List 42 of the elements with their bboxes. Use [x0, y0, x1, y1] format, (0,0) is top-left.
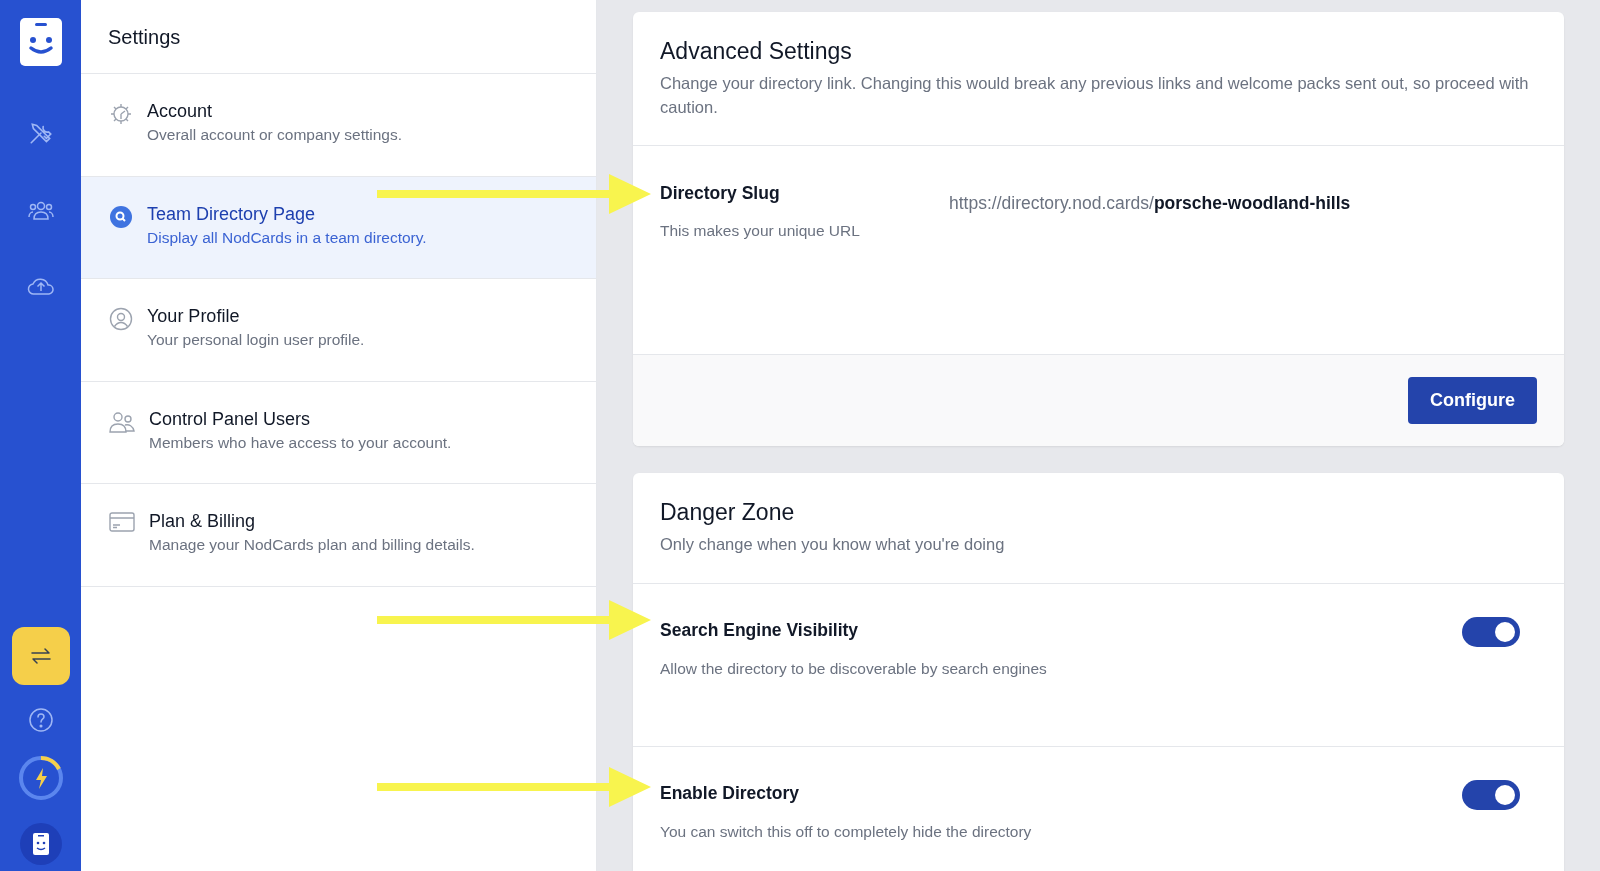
settings-nav-item[interactable]: Control Panel Users Members who have access to your account.: [81, 381, 596, 484]
setting-description: Allow the directory to be discoverable by search engines: [660, 659, 1047, 680]
setting-description: This makes your unique URL: [660, 220, 860, 241]
search-icon: [109, 204, 133, 229]
app-logo-icon[interactable]: [17, 16, 64, 68]
settings-nav-item[interactable]: Plan & Billing Manage your NodCards plan and billing details.: [81, 484, 596, 587]
gear-icon: [109, 102, 133, 126]
nav-item-description: Manage your NodCards plan and billing details.: [149, 535, 475, 556]
toggle-switch[interactable]: [1462, 616, 1520, 647]
setting-label: Enable Directory: [660, 781, 801, 805]
directory-url: https://directory.nod.cards/porsche-woodland-hills: [949, 192, 1352, 216]
settings-nav-item[interactable]: Team Directory Page Display all NodCards in a team directory.: [81, 176, 596, 279]
switch-button[interactable]: [11, 627, 70, 685]
help-icon[interactable]: [27, 707, 54, 733]
section-description: Change your directory link. Changing this would break any previous links and welcome packs sent out, so proceed with caution.: [660, 72, 1530, 118]
nav-item-description: Display all NodCards in a team directory.: [147, 227, 427, 248]
nav-item-label: Team Directory Page: [147, 202, 317, 226]
setting-description: You can switch this off to completely hide the directory: [660, 822, 1032, 843]
user-circle-icon: [109, 307, 133, 331]
nav-item-label: Plan & Billing: [149, 510, 257, 533]
nav-item-description: Overall account or company settings.: [147, 125, 402, 146]
setting-label: Directory Slug: [660, 182, 781, 206]
configure-button[interactable]: Configure: [1408, 377, 1537, 425]
section-title: Advanced Settings: [660, 38, 853, 66]
tools-icon[interactable]: [27, 120, 54, 146]
nav-item-description: Members who have access to your account.: [149, 432, 452, 453]
section-description: Only change when you know what you're doing: [660, 534, 1006, 556]
settings-title: Settings: [81, 0, 596, 74]
avatar-icon[interactable]: [19, 823, 62, 865]
settings-nav-item[interactable]: Account Overall account or company settings.: [81, 74, 596, 177]
settings-nav-item[interactable]: Your Profile Your personal login user profile.: [81, 279, 596, 382]
nav-item-description: Your personal login user profile.: [147, 330, 365, 351]
nav-item-label: Account: [147, 100, 214, 123]
toggle-switch[interactable]: [1462, 779, 1520, 810]
lightning-progress-icon[interactable]: [17, 755, 64, 801]
credit-card-icon: [109, 512, 135, 532]
nav-item-label: Control Panel Users: [149, 407, 312, 431]
section-title: Danger Zone: [660, 499, 796, 528]
nav-item-label: Your Profile: [147, 305, 241, 328]
users-icon: [109, 409, 135, 434]
swap-arrows-icon: [29, 646, 52, 666]
setting-label: Search Engine Visibility: [660, 618, 860, 642]
